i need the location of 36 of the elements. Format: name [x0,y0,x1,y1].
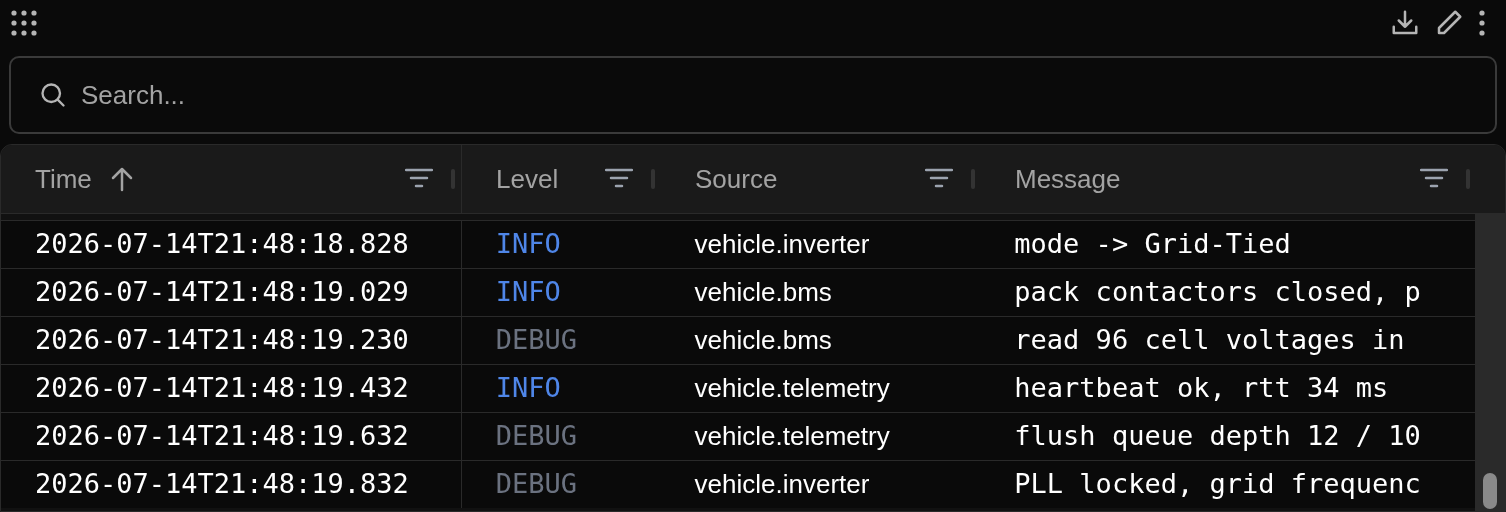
column-header[interactable]: Time [35,159,92,199]
source-cell-text: vehicle.telemetry [694,372,890,405]
message-cell-text: mode -> Grid-Tied [1014,227,1291,262]
level-cell-text: INFO [495,227,561,262]
time-cell-text: 2026-07-14T21:48:19.632 [35,419,409,454]
search-field[interactable]: Search... [9,56,1497,134]
level-cell-text: DEBUG [495,467,577,502]
source-cell-text: vehicle.bms [694,276,832,309]
source-cell-text: vehicle.inverter [694,228,870,261]
column-header[interactable]: Source [695,159,778,199]
message-cell-text: pack contactors closed, p [1014,275,1421,310]
message-cell-text: heartbeat ok, rtt 34 ms [1014,371,1389,406]
time-cell-text: 2026-07-14T21:48:19.832 [35,467,409,502]
time-cell-text: 2026-07-14T21:48:19.230 [35,323,409,358]
level-cell-text: INFO [495,371,561,406]
source-cell-text: vehicle.bms [694,324,832,357]
search-input[interactable]: Search... [81,75,1467,115]
search-icon [39,81,67,109]
level-cell-text: DEBUG [495,419,577,454]
column-header[interactable]: Level [496,159,559,199]
source-cell-text: vehicle.telemetry [694,420,890,453]
message-cell-text: read 96 cell voltages in [1014,323,1405,358]
time-cell-text: 2026-07-14T21:48:19.432 [35,371,409,406]
scrollbar[interactable] [1475,214,1505,511]
sort-arrow-icon[interactable] [109,166,134,192]
message-cell-text: PLL locked, grid frequenc [1014,467,1421,502]
column-header[interactable]: Message [1015,159,1121,199]
more-icon[interactable] [1478,10,1486,36]
level-cell-text: INFO [495,275,561,310]
level-cell-text: DEBUG [495,323,577,358]
time-cell-text: 2026-07-14T21:48:18.828 [35,227,409,262]
grid-menu-icon[interactable] [10,9,38,37]
source-cell-text: vehicle.inverter [694,468,870,501]
message-cell-text: flush queue depth 12 / 10 [1014,419,1421,454]
scrollbar-thumb[interactable] [1483,473,1497,509]
time-cell-text: 2026-07-14T21:48:19.029 [35,275,409,310]
